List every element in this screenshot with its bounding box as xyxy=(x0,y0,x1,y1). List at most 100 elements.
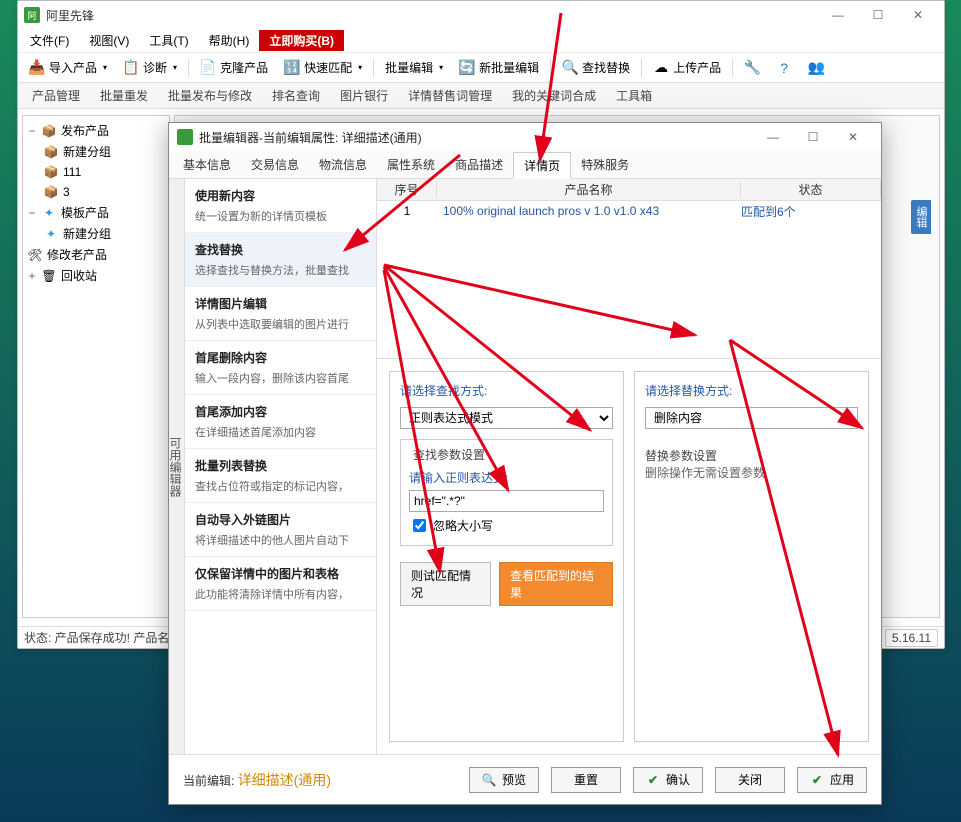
test-match-button[interactable]: 则试匹配情况 xyxy=(400,562,491,606)
regex-input[interactable] xyxy=(409,490,604,512)
tree-recycle[interactable]: +🗑回收站 xyxy=(27,265,165,286)
tb-clone[interactable]: 📄克隆产品 xyxy=(193,55,275,80)
apply-button[interactable]: ✔应用 xyxy=(797,767,867,793)
replace-label: 请选择替换方式: xyxy=(645,382,858,399)
tree-template[interactable]: −✦模板产品 xyxy=(27,202,165,223)
subtab-photobank[interactable]: 图片银行 xyxy=(332,85,396,106)
menu-buy[interactable]: 立即购买(B) xyxy=(259,30,344,51)
tree-pane: −📦发布产品 📦新建分组 📦111 📦3 −✦模板产品 ✦新建分组 🛠修改老产品… xyxy=(22,115,170,618)
subtab-toolbox[interactable]: 工具箱 xyxy=(608,85,660,106)
subtab-kwmgr[interactable]: 详情替售词管理 xyxy=(400,85,500,106)
opt-imgedit[interactable]: 详情图片编辑从列表中选取要编辑的图片进行 xyxy=(185,287,376,341)
side-tab-edit[interactable]: 编辑 xyxy=(911,200,931,234)
subtab-batchmod[interactable]: 批量发布与修改 xyxy=(160,85,260,106)
reset-button[interactable]: 重置 xyxy=(551,767,621,793)
tab-basic[interactable]: 基本信息 xyxy=(173,152,241,177)
newbatch-icon: 🔄 xyxy=(459,60,475,76)
replace-panel: 请选择替换方式: 删除内容 替换参数设置 删除操作无需设置参数 xyxy=(634,371,869,742)
find-mode-select[interactable]: 正则表达式模式 xyxy=(400,407,613,429)
editor-handle[interactable]: 可用编辑器 xyxy=(169,179,185,754)
tree-111[interactable]: 📦111 xyxy=(43,162,165,182)
ignorecase-box[interactable] xyxy=(413,519,426,532)
puzzle-icon: ✦ xyxy=(43,226,59,242)
find-panel: 请选择查找方式: 正则表达式模式 查找参数设置 请输入正则表达式: 忽略大小写 … xyxy=(389,371,624,742)
confirm-button[interactable]: ✔确认 xyxy=(633,767,703,793)
subtab-batchsend[interactable]: 批量重发 xyxy=(92,85,156,106)
tree-3[interactable]: 📦3 xyxy=(43,182,165,202)
close-button[interactable]: 关闭 xyxy=(715,767,785,793)
tree-tpl-newgroup[interactable]: ✦新建分组 xyxy=(43,223,165,244)
opt-listrep[interactable]: 批量列表替换查找占位符或指定的标记内容， xyxy=(185,449,376,503)
ignorecase-check[interactable]: 忽略大小写 xyxy=(409,516,604,535)
menu-help[interactable]: 帮助(H) xyxy=(199,30,260,51)
box-icon: 📦 xyxy=(41,123,57,139)
tab-trade[interactable]: 交易信息 xyxy=(241,152,309,177)
dialog-minimize[interactable]: — xyxy=(753,125,793,149)
view-result-button[interactable]: 查看匹配到的结果 xyxy=(499,562,613,606)
tab-attrs[interactable]: 属性系统 xyxy=(377,152,445,177)
tree-newgroup[interactable]: 📦新建分组 xyxy=(43,141,165,162)
tb-help[interactable]: ? xyxy=(769,56,799,80)
tb-findreplace[interactable]: 🔍查找替换 xyxy=(555,55,637,80)
sub-toolbar: 产品管理 批量重发 批量发布与修改 排名查询 图片银行 详情替售词管理 我的关键… xyxy=(18,83,944,109)
box-icon: 📦 xyxy=(43,144,59,160)
menu-view[interactable]: 视图(V) xyxy=(79,30,139,51)
app-icon: 阿 xyxy=(24,7,40,23)
opt-newcontent[interactable]: 使用新内容统一设置为新的详情页模板 xyxy=(185,179,376,233)
find-legend: 查找参数设置 xyxy=(409,446,489,463)
tb-batchedit[interactable]: 批量编辑 xyxy=(378,55,450,80)
opt-autoimg[interactable]: 自动导入外链图片将详细描述中的他人图片自动下 xyxy=(185,503,376,557)
replace-info: 删除操作无需设置参数 xyxy=(645,464,850,481)
grid-row[interactable]: 1 100% original launch pros v 1.0 v1.0 x… xyxy=(377,201,881,221)
search-icon: 🔍 xyxy=(562,60,578,76)
tb-newbatch[interactable]: 🔄新批量编辑 xyxy=(452,55,546,80)
tab-detail[interactable]: 详情页 xyxy=(513,152,571,179)
subtab-kwquery[interactable]: 排名查询 xyxy=(264,85,328,106)
app-title: 阿里先锋 xyxy=(46,7,818,24)
replace-mode-select[interactable]: 删除内容 xyxy=(645,407,858,429)
tb-settings[interactable]: 🔧 xyxy=(737,56,767,80)
menu-file[interactable]: 文件(F) xyxy=(20,30,79,51)
tree-publish[interactable]: −📦发布产品 xyxy=(27,120,165,141)
opt-trimadd[interactable]: 首尾添加内容在详细描述首尾添加内容 xyxy=(185,395,376,449)
dialog-maximize[interactable]: ☐ xyxy=(793,125,833,149)
regex-hint: 请输入正则表达式: xyxy=(409,469,604,486)
opt-trimdel[interactable]: 首尾删除内容输入一段内容，删除该内容首尾 xyxy=(185,341,376,395)
puzzle-icon: ✦ xyxy=(41,205,57,221)
tb-upload[interactable]: ☁上传产品 xyxy=(646,55,728,80)
tree-modifyold[interactable]: 🛠修改老产品 xyxy=(27,244,165,265)
dialog-icon xyxy=(177,129,193,145)
option-list: 使用新内容统一设置为新的详情页模板 查找替换选择查找与替换方法，批量查找 详情图… xyxy=(185,179,377,754)
col-name: 产品名称 xyxy=(437,181,741,198)
diag-icon: 📋 xyxy=(123,60,139,76)
tb-users[interactable]: 👥 xyxy=(801,56,831,80)
version-label: 5.16.11 xyxy=(885,629,938,647)
match-icon: 🔢 xyxy=(284,60,300,76)
tab-desc[interactable]: 商品描述 xyxy=(445,152,513,177)
tab-logistics[interactable]: 物流信息 xyxy=(309,152,377,177)
subtab-pm[interactable]: 产品管理 xyxy=(24,85,88,106)
subtab-mykw[interactable]: 我的关键词合成 xyxy=(504,85,604,106)
col-status: 状态 xyxy=(741,181,881,198)
opt-findreplace[interactable]: 查找替换选择查找与替换方法，批量查找 xyxy=(185,233,376,287)
menu-tools[interactable]: 工具(T) xyxy=(139,30,198,51)
dialog-tabs: 基本信息 交易信息 物流信息 属性系统 商品描述 详情页 特殊服务 xyxy=(169,151,881,179)
preview-button[interactable]: 🔍预览 xyxy=(469,767,539,793)
grid-header: 序号 产品名称 状态 xyxy=(377,179,881,201)
replace-legend: 替换参数设置 xyxy=(645,447,850,464)
grid-body[interactable]: 1 100% original launch pros v 1.0 v1.0 x… xyxy=(377,201,881,359)
tab-special[interactable]: 特殊服务 xyxy=(571,152,639,177)
dialog-close[interactable]: ✕ xyxy=(833,125,873,149)
tb-import[interactable]: 📥导入产品 xyxy=(22,55,114,80)
close-button[interactable]: ✕ xyxy=(898,3,938,27)
opt-keepimg[interactable]: 仅保留详情中的图片和表格此功能将清除详情中所有内容， xyxy=(185,557,376,611)
minimize-button[interactable]: — xyxy=(818,3,858,27)
col-seq: 序号 xyxy=(377,181,437,198)
check-icon: ✔ xyxy=(646,773,660,787)
status-text: 状态: 产品保存成功! 产品名 xyxy=(24,629,169,646)
box-icon: 📦 xyxy=(43,164,59,180)
titlebar: 阿 阿里先锋 — ☐ ✕ xyxy=(18,1,944,29)
tb-quickmatch[interactable]: 🔢快速匹配 xyxy=(277,55,369,80)
maximize-button[interactable]: ☐ xyxy=(858,3,898,27)
tb-diag[interactable]: 📋诊断 xyxy=(116,55,184,80)
